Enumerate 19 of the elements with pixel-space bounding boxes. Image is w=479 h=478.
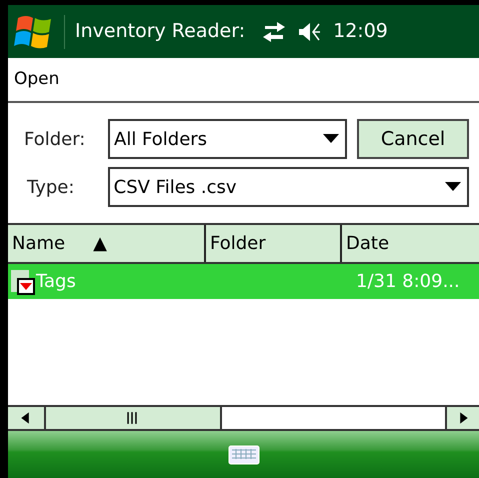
horizontal-scrollbar[interactable] (8, 405, 479, 431)
column-header[interactable]: Name ▲ (8, 225, 206, 262)
clock-time[interactable]: 12:09 (333, 17, 388, 46)
file-icon (10, 268, 36, 294)
dropdown-caret-icon (323, 134, 339, 144)
cancel-button[interactable]: Cancel (357, 119, 469, 159)
column-header[interactable]: Folder (206, 225, 342, 262)
keyboard-icon[interactable] (228, 444, 260, 464)
column-header[interactable]: Date (342, 225, 479, 262)
start-flag-icon[interactable] (14, 14, 54, 50)
type-dropdown[interactable]: CSV Files .csv (108, 167, 469, 207)
dialog-title: Open (14, 68, 60, 91)
app-title: Inventory Reader: (75, 19, 246, 44)
connectivity-arrows-icon[interactable] (261, 20, 288, 44)
scroll-thumb-icon[interactable] (46, 407, 222, 429)
folder-label: Folder: (24, 128, 86, 152)
folder-dropdown[interactable]: All Folders (108, 119, 347, 159)
type-label: Type: (26, 176, 76, 200)
dropdown-caret-icon (445, 182, 461, 192)
